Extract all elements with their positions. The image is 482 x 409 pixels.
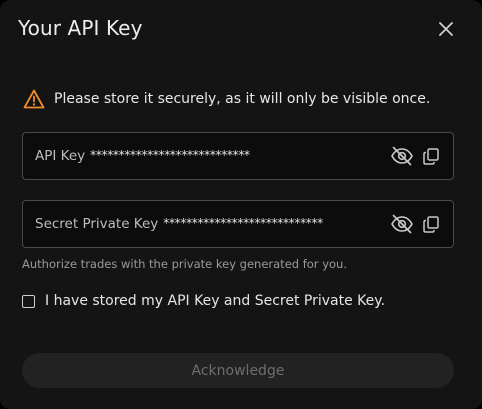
copy-icon — [423, 147, 439, 165]
api-key-actions — [389, 133, 441, 179]
stored-confirmation-row[interactable]: I have stored my API Key and Secret Priv… — [22, 293, 385, 309]
helper-text: Authorize trades with the private key ge… — [22, 257, 347, 271]
eye-off-icon — [391, 214, 413, 234]
api-key-dialog: Your API Key Please store it securely, a… — [0, 0, 482, 409]
close-icon — [439, 22, 453, 36]
secret-private-key-field[interactable]: Secret Private Key *********************… — [22, 200, 454, 248]
acknowledge-button[interactable]: Acknowledge — [22, 353, 454, 388]
api-key-value: **************************** — [90, 148, 250, 162]
warning-icon — [23, 89, 45, 109]
secret-private-key-actions — [389, 201, 441, 247]
api-key-label: API Key — [35, 148, 86, 164]
api-key-field[interactable]: API Key **************************** — [22, 132, 454, 180]
close-button[interactable] — [434, 17, 458, 41]
copy-icon — [423, 215, 439, 233]
stored-confirmation-label: I have stored my API Key and Secret Priv… — [45, 293, 386, 309]
eye-off-icon — [391, 146, 413, 166]
warning-text: Please store it securely, as it will onl… — [54, 91, 431, 107]
api-key-toggle-visibility-button[interactable] — [389, 143, 415, 169]
api-key-copy-button[interactable] — [421, 146, 441, 166]
secret-private-key-label: Secret Private Key — [35, 216, 159, 232]
stored-confirmation-checkbox[interactable] — [22, 294, 35, 308]
secret-private-key-value: **************************** — [163, 216, 323, 230]
warning-banner: Please store it securely, as it will onl… — [23, 89, 430, 109]
dialog-title: Your API Key — [18, 16, 143, 40]
secret-key-copy-button[interactable] — [421, 214, 441, 234]
secret-key-toggle-visibility-button[interactable] — [389, 211, 415, 237]
